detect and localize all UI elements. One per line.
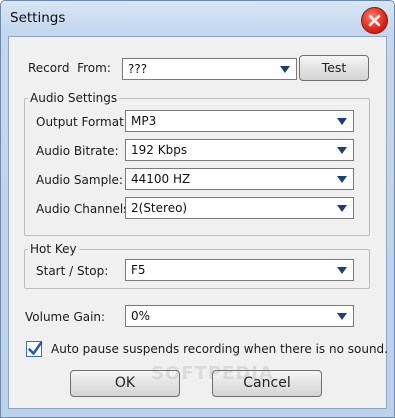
chevron-down-icon (337, 147, 347, 154)
record-from-select[interactable]: ??? (122, 58, 297, 80)
start-stop-value: F5 (131, 263, 146, 277)
chevron-down-icon (337, 267, 347, 274)
auto-pause-checkbox[interactable] (26, 341, 43, 357)
chevron-down-icon (337, 313, 347, 320)
test-button[interactable]: Test (299, 55, 369, 81)
audio-channels-label: Audio Channels: (36, 202, 134, 216)
close-button[interactable] (361, 7, 388, 34)
audio-sample-label: Audio Sample: (36, 173, 123, 187)
chevron-down-icon (337, 118, 347, 125)
output-format-label: Output Format: (36, 115, 128, 129)
dialog-body: Record From: ??? Test Audio Settings Out… (8, 36, 388, 409)
auto-pause-label[interactable]: Auto pause suspends recording when there… (51, 342, 388, 356)
audio-bitrate-label: Audio Bitrate: (36, 144, 119, 158)
volume-gain-label: Volume Gain: (25, 310, 106, 324)
audio-bitrate-select[interactable]: 192 Kbps (125, 139, 354, 161)
softpedia-watermark: SOFTPEDIA (151, 363, 274, 384)
output-format-value: MP3 (131, 114, 157, 128)
record-from-label: Record From: (28, 61, 111, 75)
title-bar[interactable]: Settings (1, 1, 394, 35)
test-button-label: Test (321, 60, 347, 75)
close-icon (368, 14, 381, 27)
volume-gain-value: 0% (131, 309, 151, 323)
audio-channels-select[interactable]: 2(Stereo) (125, 197, 354, 219)
hot-key-title: Hot Key (28, 242, 79, 256)
start-stop-select[interactable]: F5 (125, 259, 354, 281)
record-from-value: ??? (128, 62, 148, 76)
audio-sample-select[interactable]: 44100 HZ (125, 168, 354, 190)
audio-channels-value: 2(Stereo) (131, 201, 188, 215)
audio-settings-title: Audio Settings (28, 91, 120, 105)
audio-sample-value: 44100 HZ (131, 172, 191, 186)
audio-bitrate-value: 192 Kbps (131, 143, 188, 157)
chevron-down-icon (337, 205, 347, 212)
settings-window: Settings Record From: ??? Test Audio Set… (0, 0, 395, 418)
checkmark-icon (28, 341, 43, 355)
ok-button-label: OK (114, 375, 136, 391)
volume-gain-select[interactable]: 0% (125, 305, 354, 327)
start-stop-label: Start / Stop: (36, 264, 109, 278)
chevron-down-icon (337, 176, 347, 183)
chevron-down-icon (280, 66, 290, 73)
window-title: Settings (10, 10, 66, 26)
output-format-select[interactable]: MP3 (125, 110, 354, 132)
